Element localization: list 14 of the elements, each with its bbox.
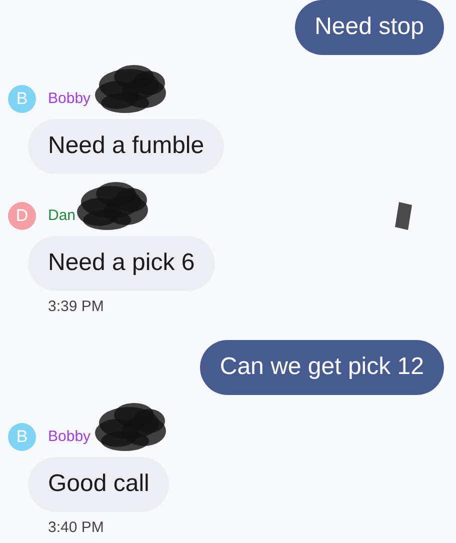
timestamp: 3:40 PM <box>48 519 105 537</box>
sender-name: Bobby <box>48 426 91 447</box>
message-bubble: Need stop <box>294 0 444 55</box>
avatar: B <box>8 85 36 113</box>
sender-name: Bobby <box>48 88 91 109</box>
avatar: D <box>8 202 36 230</box>
message-bubble: Good call <box>28 457 170 512</box>
message-bubble: Need a fumble <box>28 119 224 174</box>
sender-name: Dan <box>48 206 76 226</box>
message-bubble: Need a pick 6 <box>28 236 215 291</box>
smudge-mark <box>395 201 413 231</box>
timestamp: 3:39 PM <box>48 298 105 316</box>
message-bubble: Can we get pick 12 <box>200 340 444 395</box>
avatar: B <box>8 423 36 451</box>
